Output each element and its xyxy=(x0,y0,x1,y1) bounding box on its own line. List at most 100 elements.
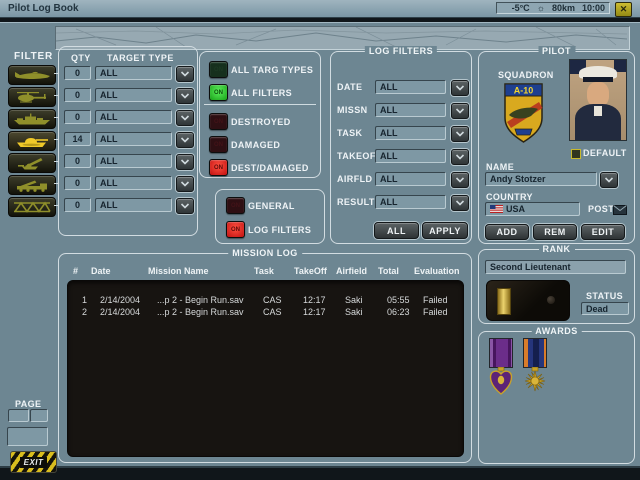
edit-button[interactable]: EDIT xyxy=(581,224,625,240)
divider xyxy=(204,104,316,105)
qty-field-4[interactable]: 0 xyxy=(64,154,91,168)
missn-filter-dropdown-button[interactable] xyxy=(451,103,469,119)
page-prev-button[interactable] xyxy=(8,409,29,422)
col-num: # xyxy=(73,266,91,276)
dest-damaged-toggle[interactable]: ON xyxy=(209,159,228,176)
mail-icon[interactable] xyxy=(613,202,627,220)
qty-field-3[interactable]: 14 xyxy=(64,132,91,146)
target-type-dropdown-button-2[interactable] xyxy=(176,110,194,126)
damaged-toggle[interactable]: ON xyxy=(209,136,228,153)
air-medal xyxy=(523,338,547,398)
temperature-value: -5°C xyxy=(512,3,530,13)
target-type-dropdown-button-5[interactable] xyxy=(176,176,194,192)
qty-field-2[interactable]: 0 xyxy=(64,110,91,124)
airfld-filter-dropdown-button[interactable] xyxy=(451,172,469,188)
mission-log-row[interactable]: 2 2/14/2004 ...p 2 - Begin Run.sav CAS 1… xyxy=(68,306,463,318)
log-filters-toggle[interactable]: ON xyxy=(226,221,245,238)
chevron-down-icon xyxy=(604,177,614,183)
target-type-select-1[interactable]: ALL xyxy=(95,88,172,102)
mission-log-box: MISSION LOG # Date Mission Name Task Tak… xyxy=(58,253,472,463)
rem-button[interactable]: REM xyxy=(533,224,577,240)
filter-section-label: FILTER xyxy=(14,51,53,62)
missn-filter-label: MISSN xyxy=(337,105,368,115)
post-label: POST xyxy=(588,204,614,214)
task-filter-dropdown-button[interactable] xyxy=(451,126,469,142)
chevron-down-icon xyxy=(455,177,465,183)
target-type-dropdown-button-6[interactable] xyxy=(176,198,194,214)
filter-button-ship[interactable] xyxy=(8,109,56,129)
exit-button[interactable]: EXIT xyxy=(10,451,57,473)
add-button[interactable]: ADD xyxy=(485,224,529,240)
target-type-dropdown-button-1[interactable] xyxy=(176,88,194,104)
filter-button-helicopter[interactable] xyxy=(8,87,56,107)
result-filter-select[interactable]: ALL xyxy=(375,195,446,209)
filter-button-artillery[interactable] xyxy=(8,153,56,173)
page-label: PAGE xyxy=(15,399,41,409)
target-type-select-3[interactable]: ALL xyxy=(95,132,172,146)
all-button[interactable]: ALL xyxy=(374,222,419,239)
missn-filter-select[interactable]: ALL xyxy=(375,103,446,117)
mission-log-title: MISSION LOG xyxy=(228,248,302,258)
general-toggle[interactable]: ON xyxy=(226,197,245,214)
pilot-name-dropdown-button[interactable] xyxy=(600,172,618,188)
filter-button-aircraft[interactable] xyxy=(8,65,56,85)
status-value-field: Dead xyxy=(581,302,629,315)
date-filter-label: DATE xyxy=(337,82,362,92)
target-type-select-4[interactable]: ALL xyxy=(95,154,172,168)
pilot-title: PILOT xyxy=(538,46,575,56)
pilot-name-select[interactable]: Andy Stotzer xyxy=(485,172,597,186)
purple-heart-icon xyxy=(489,367,513,399)
filter-button-sam-truck[interactable] xyxy=(8,175,56,195)
target-type-dropdown-button-4[interactable] xyxy=(176,154,194,170)
qty-field-6[interactable]: 0 xyxy=(64,198,91,212)
bridge-icon xyxy=(12,200,52,214)
date-filter-dropdown-button[interactable] xyxy=(451,80,469,96)
page-next-button[interactable] xyxy=(30,409,48,422)
target-type-select-6[interactable]: ALL xyxy=(95,198,172,212)
country-field[interactable]: USA xyxy=(485,202,580,216)
main-panel: FILTER QTY TARGET xyxy=(0,22,640,468)
result-filter-dropdown-button[interactable] xyxy=(451,195,469,211)
task-filter-select[interactable]: ALL xyxy=(375,126,446,140)
destroyed-toggle[interactable]: ON xyxy=(209,113,228,130)
qty-header: QTY xyxy=(71,53,91,63)
target-type-select-0[interactable]: ALL xyxy=(95,66,172,80)
airfld-filter-select[interactable]: ALL xyxy=(375,172,446,186)
chevron-down-icon xyxy=(455,85,465,91)
close-button[interactable]: ✕ xyxy=(615,2,632,17)
takeoff-filter-dropdown-button[interactable] xyxy=(451,149,469,165)
col-task: Task xyxy=(254,266,294,276)
target-filters-box: QTY TARGET TYPE 0 ALL 0 ALL 0 ALL 14 ALL… xyxy=(58,46,198,236)
chevron-down-icon xyxy=(455,200,465,206)
qty-field-0[interactable]: 0 xyxy=(64,66,91,80)
target-type-dropdown-button-3[interactable] xyxy=(176,132,194,148)
col-evaluation: Evaluation xyxy=(414,266,465,276)
visibility-value: 80km xyxy=(552,3,575,13)
col-takeoff: TakeOff xyxy=(294,266,336,276)
pilot-log-book-screen: Pilot Log Book -5°C ☼ 80km 10:00 ✕ FILTE… xyxy=(0,0,640,480)
target-type-select-2[interactable]: ALL xyxy=(95,110,172,124)
default-checkbox[interactable] xyxy=(571,149,581,159)
all-targ-types-toggle[interactable]: ON xyxy=(209,61,228,78)
filter-button-tank[interactable] xyxy=(8,131,56,151)
all-filters-toggle[interactable]: ON xyxy=(209,84,228,101)
apply-button[interactable]: APPLY xyxy=(422,222,468,239)
air-medal-icon xyxy=(523,367,547,397)
default-label: DEFAULT xyxy=(583,148,627,158)
result-filter-label: RESULT xyxy=(337,197,375,207)
chevron-down-icon xyxy=(180,203,190,209)
usa-flag-icon xyxy=(490,205,503,213)
filter-button-bridge[interactable] xyxy=(8,197,56,217)
qty-field-1[interactable]: 0 xyxy=(64,88,91,102)
date-filter-select[interactable]: ALL xyxy=(375,80,446,94)
country-label: COUNTRY xyxy=(486,192,533,202)
rank-title: RANK xyxy=(539,244,575,254)
mission-log-row[interactable]: 1 2/14/2004 ...p 2 - Begin Run.sav CAS 1… xyxy=(68,294,463,306)
mission-log-list: 1 2/14/2004 ...p 2 - Begin Run.sav CAS 1… xyxy=(67,280,464,457)
sun-icon: ☼ xyxy=(537,3,545,13)
qty-field-5[interactable]: 0 xyxy=(64,176,91,190)
general-toggles-box: ON GENERAL ON LOG FILTERS xyxy=(215,189,325,244)
target-type-dropdown-button-0[interactable] xyxy=(176,66,194,82)
target-type-select-5[interactable]: ALL xyxy=(95,176,172,190)
takeoff-filter-select[interactable]: ALL xyxy=(375,149,446,163)
